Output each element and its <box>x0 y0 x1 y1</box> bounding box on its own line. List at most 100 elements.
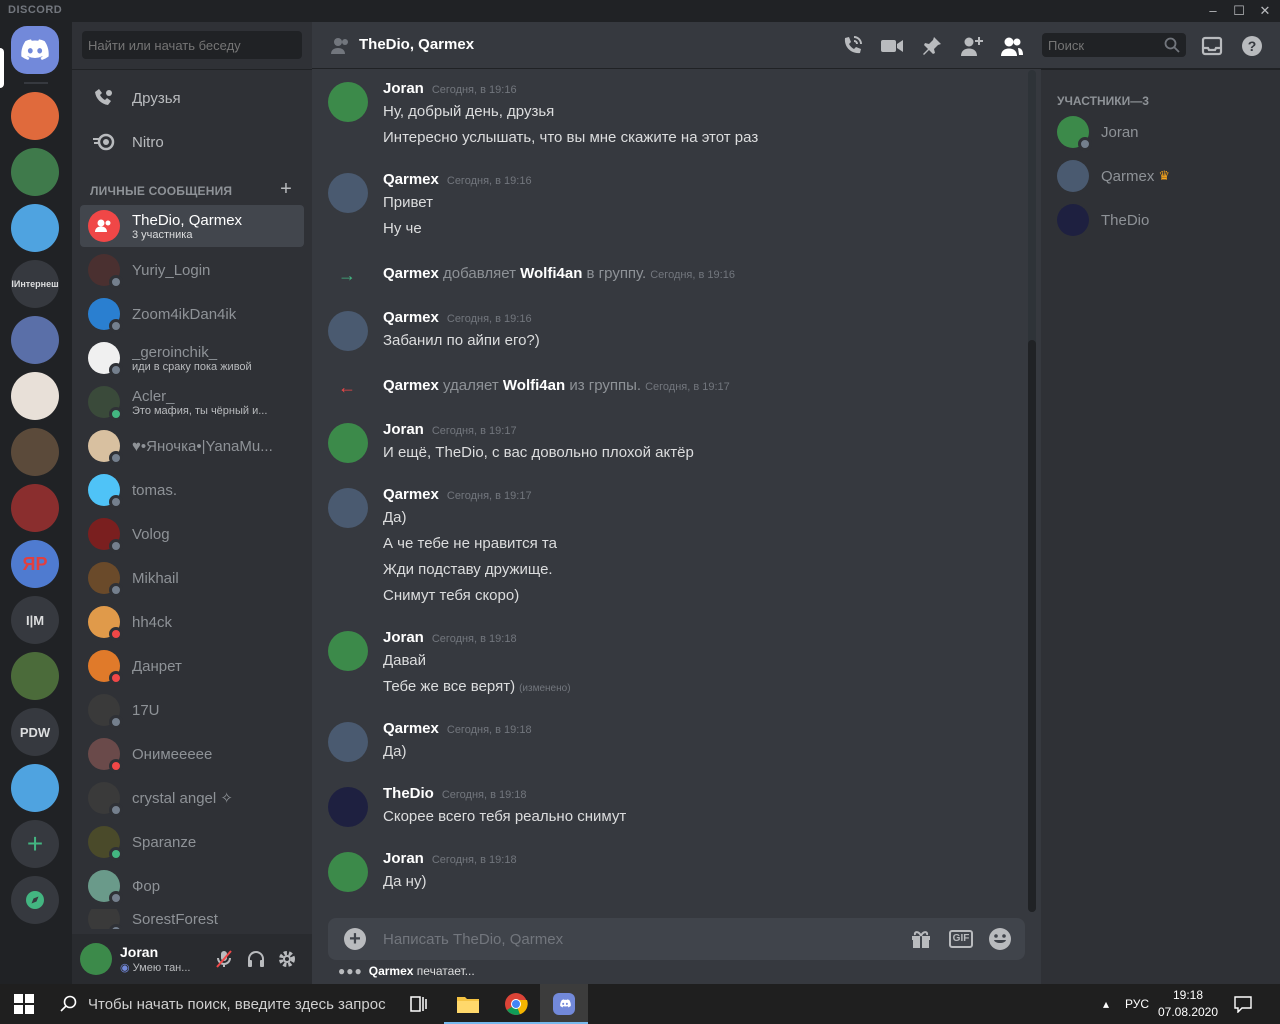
gear-icon <box>279 951 295 967</box>
dm-item[interactable]: Zoom4ikDan4ik <box>80 293 304 335</box>
message-author[interactable]: TheDio Сегодня, в 19:18 <box>383 785 527 802</box>
dm-item[interactable]: Онимееееe <box>80 733 304 775</box>
dm-item[interactable]: Volog <box>80 513 304 555</box>
dm-item[interactable]: Acler_ Это мафия, ты чёрный и... <box>80 381 304 423</box>
dm-text: hh4ck <box>132 614 172 631</box>
avatar <box>88 518 123 553</box>
server-icon[interactable] <box>11 148 59 196</box>
home-button[interactable] <box>11 26 59 74</box>
taskbar-search[interactable]: Чтобы начать поиск, введите здесь запрос <box>48 984 398 1024</box>
server-icon[interactable] <box>11 372 59 420</box>
dm-item[interactable]: Yuriy_Login <box>80 249 304 291</box>
member-item[interactable]: Qarmex ♛ <box>1057 156 1170 196</box>
dm-item[interactable]: Mikhail <box>80 557 304 599</box>
status-online-icon <box>109 407 123 421</box>
deafen-button[interactable] <box>246 949 266 969</box>
avatar[interactable] <box>80 943 112 975</box>
avatar[interactable] <box>328 787 368 827</box>
gift-button[interactable] <box>909 927 933 951</box>
server-icon[interactable] <box>11 428 59 476</box>
message-author[interactable]: Qarmex Сегодня, в 19:16 <box>383 171 532 188</box>
dm-item[interactable]: Данрет <box>80 645 304 687</box>
server-icon[interactable]: ЯР <box>11 540 59 588</box>
server-icon[interactable] <box>11 92 59 140</box>
nav-nitro[interactable]: Nitro <box>80 121 304 163</box>
add-server-button[interactable]: + <box>11 820 59 868</box>
avatar[interactable] <box>328 173 368 213</box>
dm-item[interactable]: _geroinchik_ иди в сраку пока живой <box>80 337 304 379</box>
server-icon[interactable] <box>11 204 59 252</box>
upload-button[interactable]: + <box>344 928 366 950</box>
avatar[interactable] <box>328 82 368 122</box>
avatar[interactable] <box>328 423 368 463</box>
avatar[interactable] <box>328 722 368 762</box>
emoji-button[interactable] <box>988 927 1012 951</box>
server-icon[interactable] <box>11 316 59 364</box>
arrow-right-icon: → <box>338 265 356 285</box>
pinned-messages-button[interactable] <box>920 34 944 58</box>
server-icon[interactable]: PDW <box>11 708 59 756</box>
server-icon[interactable] <box>11 652 59 700</box>
dm-item[interactable]: SorestForest <box>80 909 304 929</box>
dm-item[interactable]: ♥•Яночка•|YanaMu... <box>80 425 304 467</box>
dm-item-active[interactable]: TheDio, Qarmex 3 участника <box>80 205 304 247</box>
video-call-button[interactable] <box>880 34 904 58</box>
member-item[interactable]: TheDio <box>1057 200 1149 240</box>
mute-button[interactable] <box>214 949 234 969</box>
dm-text: Volog <box>132 526 170 543</box>
help-button[interactable]: ? <box>1240 34 1264 58</box>
message-author[interactable]: Qarmex Сегодня, в 19:18 <box>383 720 532 737</box>
language-indicator[interactable]: РУС <box>1120 984 1154 1024</box>
status-online-icon <box>109 847 123 861</box>
server-icon[interactable]: IИнтернеш <box>11 260 59 308</box>
inbox-button[interactable] <box>1200 34 1224 58</box>
message-author[interactable]: Qarmex Сегодня, в 19:16 <box>383 309 532 326</box>
message-author[interactable]: Joran Сегодня, в 19:18 <box>383 850 517 867</box>
close-button[interactable]: ✕ <box>1248 0 1280 22</box>
dm-item[interactable]: crystal angel ✧ <box>80 777 304 819</box>
dm-item[interactable]: hh4ck <box>80 601 304 643</box>
member-list-button[interactable] <box>1000 34 1024 58</box>
scrollbar-thumb[interactable] <box>1028 340 1036 912</box>
server-icon[interactable] <box>11 764 59 812</box>
tray-expand-button[interactable]: ▴ <box>1096 984 1116 1024</box>
friends-label: Друзья <box>132 89 181 107</box>
explore-button[interactable] <box>11 876 59 924</box>
message-input[interactable] <box>383 928 883 950</box>
taskbar-clock[interactable]: 19:18 07.08.2020 <box>1150 987 1226 1021</box>
dm-item[interactable]: 17U <box>80 689 304 731</box>
server-icon[interactable] <box>11 484 59 532</box>
find-conversation-input[interactable] <box>82 31 302 59</box>
avatar[interactable] <box>328 488 368 528</box>
notifications-button[interactable] <box>1226 984 1260 1024</box>
message-author[interactable]: Qarmex Сегодня, в 19:17 <box>383 486 532 503</box>
taskbar-chrome[interactable] <box>492 984 540 1024</box>
dm-item[interactable]: tomas. <box>80 469 304 511</box>
voice-call-button[interactable] <box>840 34 864 58</box>
dm-item[interactable]: Фор <box>80 865 304 907</box>
message-author[interactable]: Joran Сегодня, в 19:16 <box>383 80 517 97</box>
phone-call-icon <box>844 36 862 54</box>
emoji-icon <box>989 928 1011 950</box>
avatar[interactable] <box>328 631 368 671</box>
arrow-left-icon: ← <box>338 377 356 397</box>
gif-button[interactable]: GIF <box>948 927 974 951</box>
server-icon[interactable]: I|M <box>11 596 59 644</box>
status-offline-icon <box>109 451 123 465</box>
task-view-button[interactable] <box>396 984 444 1024</box>
add-friends-to-dm-button[interactable] <box>960 34 984 58</box>
windows-start-icon[interactable] <box>14 994 34 1014</box>
message-author[interactable]: Joran Сегодня, в 19:17 <box>383 421 517 438</box>
avatar[interactable] <box>328 311 368 351</box>
member-item[interactable]: Joran <box>1057 112 1139 152</box>
create-dm-icon[interactable]: + <box>277 179 295 199</box>
taskbar-explorer[interactable] <box>444 984 492 1024</box>
dm-item[interactable]: Sparanze <box>80 821 304 863</box>
message-author[interactable]: Joran Сегодня, в 19:18 <box>383 629 517 646</box>
taskbar-discord[interactable] <box>540 984 588 1024</box>
avatar[interactable] <box>328 852 368 892</box>
settings-button[interactable] <box>277 949 297 969</box>
nav-friends[interactable]: Друзья <box>80 77 304 119</box>
crown-icon: ♛ <box>1158 168 1170 183</box>
user-status: ◉ Умею тан... <box>120 962 191 974</box>
